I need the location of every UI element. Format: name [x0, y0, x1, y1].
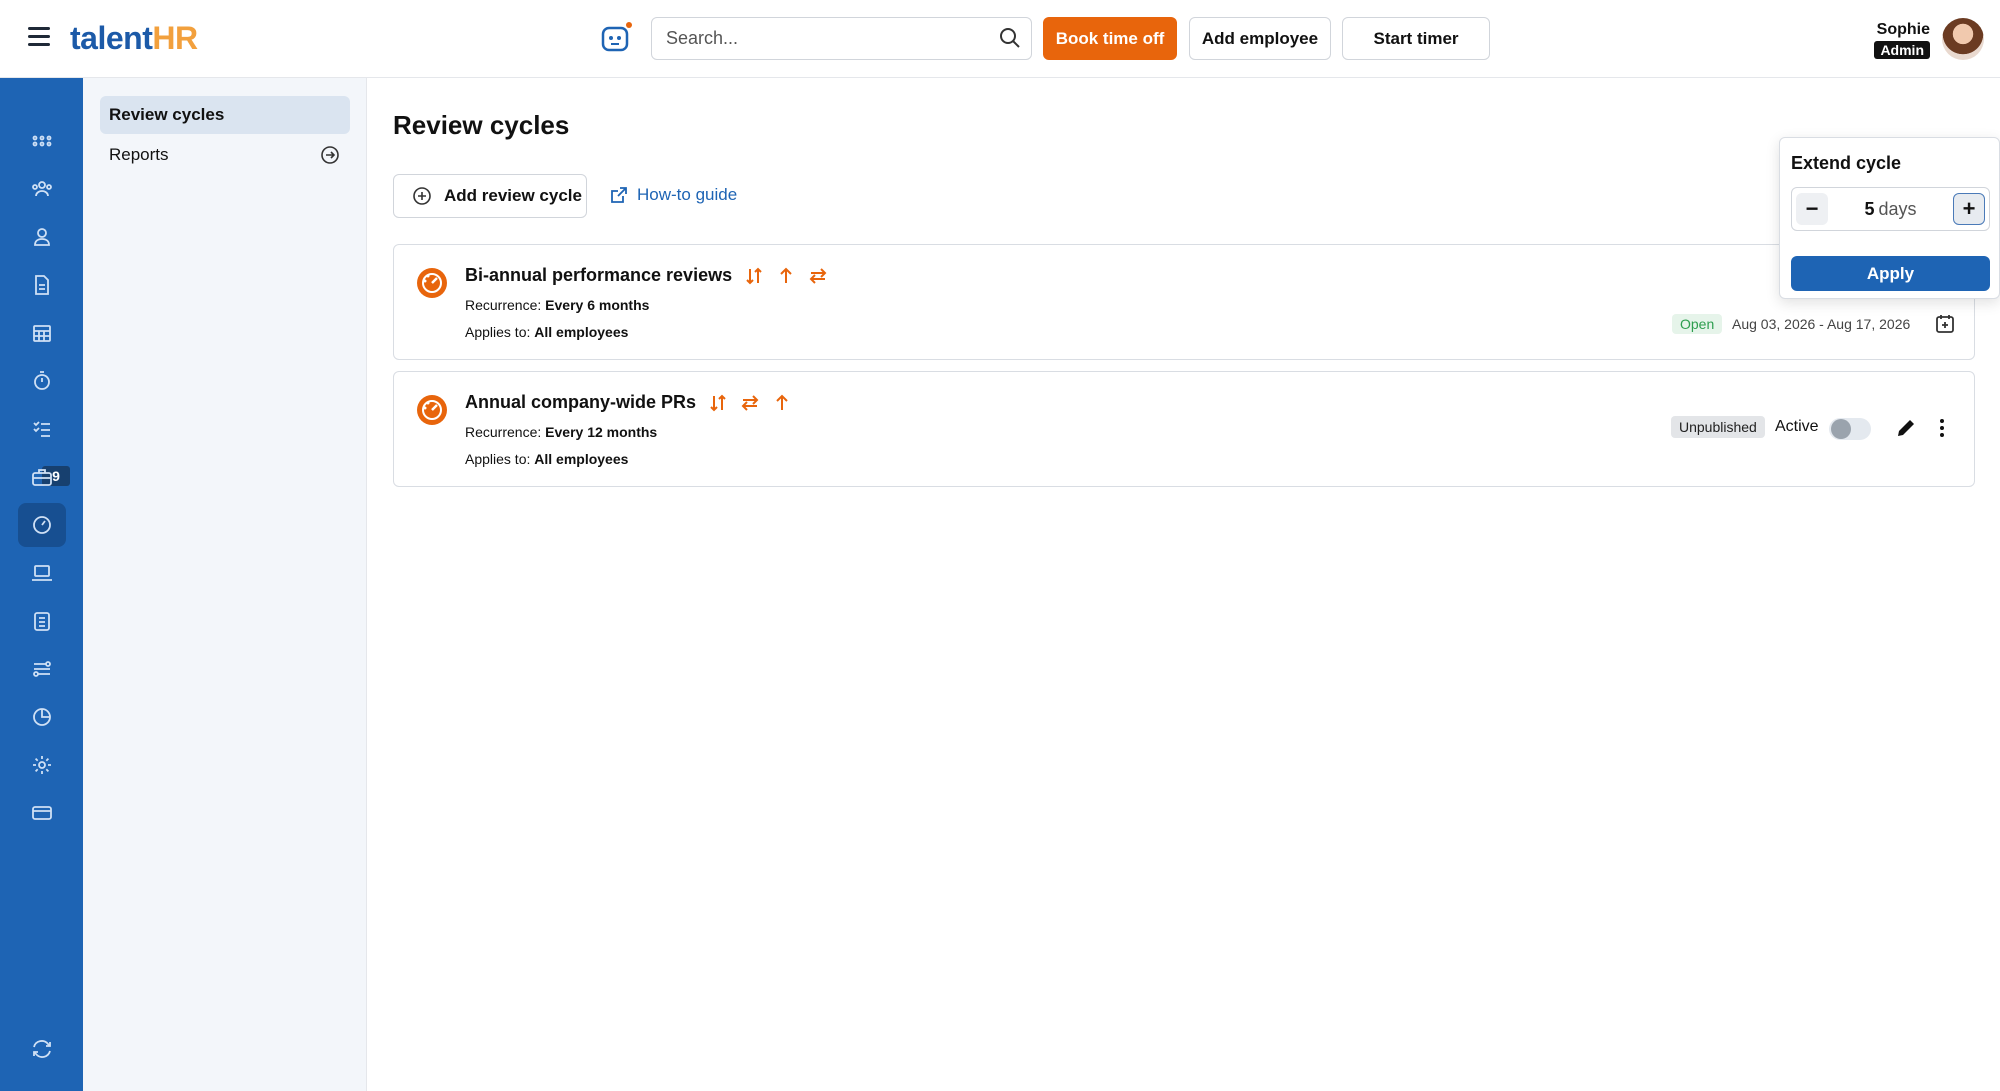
left-nav: 9	[0, 78, 83, 1091]
date-range: Aug 03, 2026 - Aug 17, 2026	[1732, 316, 1911, 332]
edit-pencil-icon[interactable]	[1894, 416, 1918, 440]
cycle-title: Annual company-wide PRs	[465, 392, 792, 413]
sync-icon[interactable]	[18, 1027, 66, 1071]
arrow-up-icon[interactable]	[772, 393, 792, 413]
arrow-right-circle-icon	[321, 146, 339, 164]
user-name[interactable]: Sophie	[1877, 21, 1930, 39]
plus-button[interactable]: +	[1953, 193, 1985, 225]
applies-to-line: Applies to: All employees	[465, 451, 629, 467]
sort-icon[interactable]	[708, 393, 728, 413]
start-timer-button[interactable]: Start timer	[1342, 17, 1490, 60]
logo[interactable]: talentHR	[70, 20, 198, 57]
sort-icon[interactable]	[744, 266, 764, 286]
add-employee-button[interactable]: Add employee	[1189, 17, 1331, 60]
apply-button[interactable]: Apply	[1791, 256, 1990, 291]
extend-cycle-popover: Extend cycle − 5 days + Apply	[1779, 137, 2000, 299]
review-cycle-card[interactable]: Bi-annual performance reviews Recurrence…	[393, 244, 1975, 360]
subnav-item-reports[interactable]: Reports	[100, 136, 350, 174]
swap-icon[interactable]	[808, 266, 828, 286]
popover-title: Extend cycle	[1791, 153, 1902, 173]
plus-circle-icon	[413, 187, 431, 205]
clipboard-icon[interactable]	[18, 599, 66, 643]
laptop-icon[interactable]	[18, 551, 66, 595]
days-stepper[interactable]: − 5 days +	[1791, 187, 1990, 231]
search-icon[interactable]	[998, 26, 1022, 50]
briefcase-icon[interactable]	[18, 455, 66, 499]
performance-icon[interactable]	[18, 503, 66, 547]
cycle-title: Bi-annual performance reviews	[465, 265, 828, 286]
performance-gauge-icon	[417, 395, 447, 425]
person-icon[interactable]	[18, 215, 66, 259]
calendar-icon[interactable]	[18, 311, 66, 355]
reports-icon[interactable]	[18, 695, 66, 739]
active-label: Active	[1775, 418, 1819, 435]
applies-to-line: Applies to: All employees	[465, 324, 629, 340]
calendar-extend-icon[interactable]	[1934, 313, 1956, 335]
performance-gauge-icon	[417, 268, 447, 298]
hamburger-menu-icon[interactable]	[28, 27, 50, 49]
arrow-up-icon[interactable]	[776, 266, 796, 286]
review-cycle-card[interactable]: Annual company-wide PRs Recurrence: Ever…	[393, 371, 1975, 487]
status-badge: Unpublished	[1671, 416, 1765, 438]
subnav-item-review-cycles[interactable]: Review cycles	[100, 96, 350, 134]
active-toggle[interactable]	[1829, 418, 1871, 440]
how-to-guide-link[interactable]: How-to guide	[609, 185, 737, 205]
checklist-icon[interactable]	[18, 407, 66, 451]
billing-icon[interactable]	[18, 791, 66, 835]
recurrence-line: Recurrence: Every 6 months	[465, 297, 650, 313]
swap-icon[interactable]	[740, 393, 760, 413]
settings-icon[interactable]	[18, 743, 66, 787]
search-input[interactable]	[651, 17, 1032, 60]
top-bar: talentHR Book time off Add employee Star…	[0, 0, 2000, 78]
secondary-sidebar: Review cycles Reports	[83, 78, 367, 1091]
user-role-badge: Admin	[1874, 41, 1930, 59]
external-link-icon	[611, 187, 627, 203]
book-time-off-button[interactable]: Book time off	[1043, 17, 1177, 60]
document-icon[interactable]	[18, 263, 66, 307]
ai-assistant-icon[interactable]	[598, 20, 634, 56]
recurrence-line: Recurrence: Every 12 months	[465, 424, 658, 440]
more-options-icon[interactable]	[1930, 416, 1954, 440]
page-title: Review cycles	[393, 110, 570, 140]
workflow-icon[interactable]	[18, 647, 66, 691]
apps-icon[interactable]	[18, 119, 66, 163]
people-icon[interactable]	[18, 167, 66, 211]
status-badge: Open	[1672, 314, 1723, 334]
stopwatch-icon[interactable]	[18, 359, 66, 403]
avatar[interactable]	[1942, 18, 1984, 60]
add-review-cycle-button[interactable]: Add review cycle	[393, 174, 587, 218]
